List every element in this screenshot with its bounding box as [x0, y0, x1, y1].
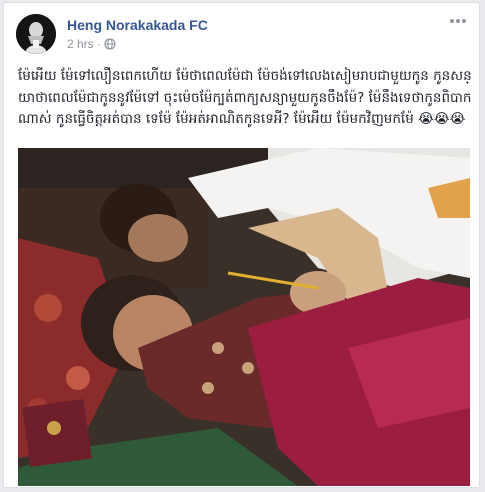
post-photo[interactable]	[18, 148, 470, 486]
post-text: ម៉ែអើយ ម៉ែទៅលឿនពេកហើយ ម៉ែថាពេលម៉ែជា ម៉ែច…	[18, 68, 472, 127]
page-avatar[interactable]	[16, 14, 56, 54]
globe-icon[interactable]	[104, 38, 116, 50]
avatar-image	[16, 14, 56, 54]
page-name-link[interactable]: Heng Norakakada FC	[67, 17, 208, 33]
meta-separator: ·	[96, 37, 101, 51]
photo-image	[18, 148, 470, 486]
post-meta: 2 hrs ·	[67, 37, 116, 51]
post-card: Heng Norakakada FC 2 hrs · ម៉ែអើយ ម៉ែទៅល…	[3, 2, 480, 488]
more-options-icon[interactable]	[447, 11, 469, 31]
post-timestamp[interactable]: 2 hrs	[67, 37, 94, 51]
crying-emoji: 😭😭😭	[418, 111, 466, 127]
post-body: ម៉ែអើយ ម៉ែទៅលឿនពេកហើយ ម៉ែថាពេលម៉ែជា ម៉ែច…	[18, 66, 473, 131]
